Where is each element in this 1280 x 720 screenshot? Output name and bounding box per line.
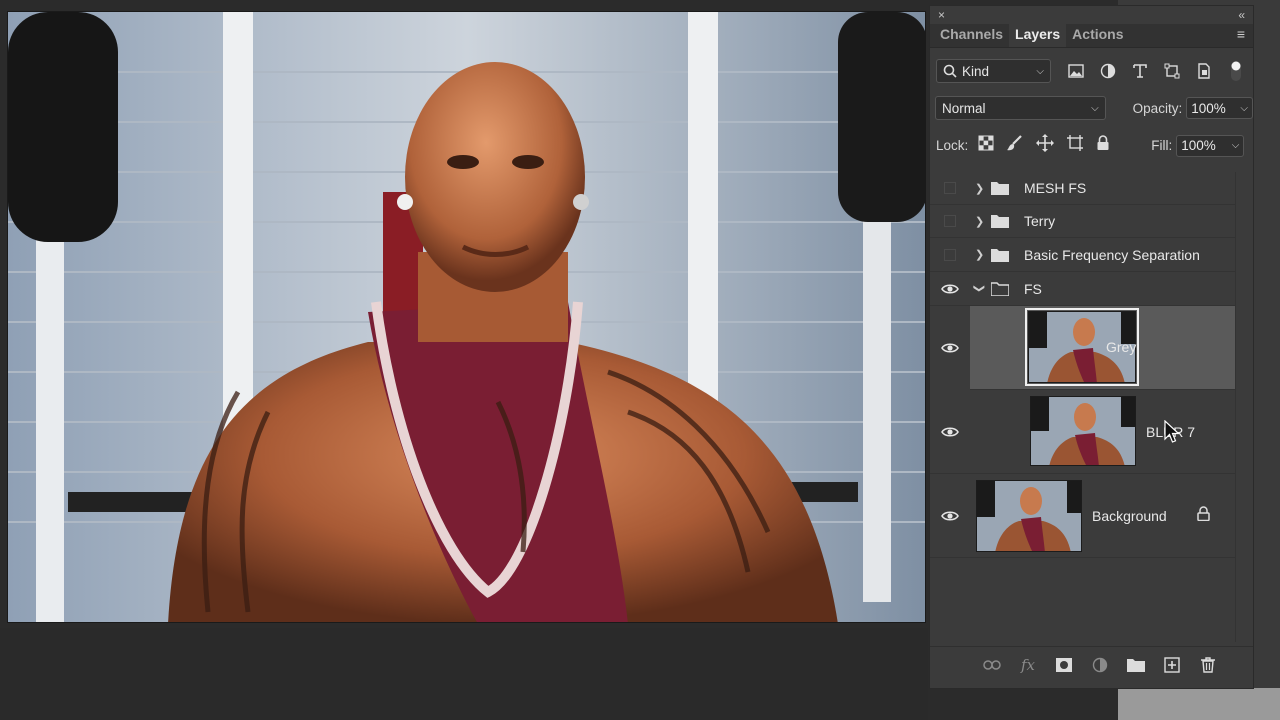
panel-menu-icon[interactable]: ≡ bbox=[1237, 26, 1245, 42]
layer-mesh-fs[interactable]: ❯ MESH FS bbox=[930, 172, 1235, 205]
panel-title-bar: × « bbox=[930, 6, 1253, 24]
canvas-photo bbox=[8, 12, 925, 622]
panel-footer: fx bbox=[930, 646, 1253, 682]
lock-all-icon[interactable] bbox=[1096, 135, 1110, 156]
filter-row: Kind ⌵ bbox=[930, 59, 1253, 83]
photoshop-window: × « Channels Layers Actions ≡ Kind ⌵ Nor… bbox=[0, 0, 1280, 720]
lock-pixels-icon[interactable] bbox=[1006, 134, 1024, 157]
shape-filter-icon[interactable] bbox=[1163, 62, 1181, 80]
layer-name: Grey bbox=[1106, 339, 1137, 355]
panel-tabs: Channels Layers Actions ≡ bbox=[930, 22, 1253, 48]
folder-open-icon bbox=[991, 281, 1009, 296]
adjustment-layer-icon[interactable] bbox=[1091, 656, 1109, 674]
fill-input[interactable]: 100% ⌵ bbox=[1176, 134, 1245, 157]
adjustment-filter-icon[interactable] bbox=[1099, 62, 1117, 80]
chevron-down-icon[interactable]: ⌵ bbox=[1232, 140, 1240, 151]
right-background-strip bbox=[1118, 688, 1280, 720]
layer-mask-icon[interactable] bbox=[1055, 656, 1073, 674]
lock-label: Lock: bbox=[936, 138, 969, 153]
opacity-input[interactable]: 100% ⌵ bbox=[1186, 97, 1253, 119]
kind-filter-dropdown[interactable]: Kind ⌵ bbox=[936, 59, 1051, 83]
layer-name: MESH FS bbox=[1024, 180, 1087, 196]
lock-position-icon[interactable] bbox=[1036, 134, 1055, 157]
lock-transparent-icon[interactable] bbox=[978, 135, 994, 156]
opacity-label: Opacity: bbox=[1132, 100, 1183, 116]
visibility-toggle-off[interactable] bbox=[944, 248, 956, 261]
close-panel-icon[interactable]: × bbox=[938, 8, 945, 22]
tab-actions[interactable]: Actions bbox=[1066, 26, 1129, 47]
link-layers-icon[interactable] bbox=[983, 656, 1001, 674]
layers-panel: × « Channels Layers Actions ≡ Kind ⌵ Nor… bbox=[929, 5, 1254, 689]
layer-name: FS bbox=[1024, 280, 1042, 297]
layers-scrollbar[interactable] bbox=[1235, 172, 1253, 642]
tab-channels[interactable]: Channels bbox=[934, 26, 1009, 47]
fx-icon[interactable]: fx bbox=[1019, 656, 1037, 674]
eye-icon[interactable] bbox=[940, 424, 960, 440]
lock-artboard-icon[interactable] bbox=[1066, 134, 1084, 157]
chevron-right-icon[interactable]: ❯ bbox=[975, 182, 984, 195]
lock-icon bbox=[1197, 505, 1210, 526]
tab-layers[interactable]: Layers bbox=[1009, 22, 1067, 47]
chevron-right-icon[interactable]: ❯ bbox=[975, 215, 984, 228]
visibility-toggle-off[interactable] bbox=[944, 215, 956, 227]
chevron-right-icon[interactable]: ❯ bbox=[975, 248, 984, 261]
layer-fs[interactable]: ❯ FS bbox=[930, 272, 1235, 306]
new-layer-icon[interactable] bbox=[1163, 656, 1181, 674]
eye-icon[interactable] bbox=[940, 281, 960, 297]
eye-icon[interactable] bbox=[940, 508, 960, 524]
chevron-down-icon[interactable]: ⌵ bbox=[1240, 103, 1248, 114]
search-icon bbox=[943, 64, 957, 78]
mouse-cursor-icon bbox=[1164, 420, 1180, 443]
layer-terry[interactable]: ❯ Terry bbox=[930, 205, 1235, 238]
opacity-value: 100% bbox=[1191, 100, 1226, 116]
canvas-pasteboard bbox=[0, 628, 928, 720]
type-filter-icon[interactable] bbox=[1131, 62, 1149, 80]
lock-row: Lock: Fill: 100% ⌵ bbox=[930, 134, 1253, 157]
blend-mode-value: Normal bbox=[942, 100, 986, 116]
image-filter-icon[interactable] bbox=[1067, 62, 1085, 80]
visibility-toggle-off[interactable] bbox=[944, 182, 956, 194]
folder-icon bbox=[991, 215, 1009, 228]
folder-icon bbox=[991, 182, 1009, 195]
layer-blur-7[interactable]: BLUR 7 bbox=[930, 390, 1235, 474]
folder-icon bbox=[991, 248, 1009, 262]
layer-thumbnail bbox=[1030, 396, 1136, 466]
layer-background[interactable]: Background bbox=[930, 474, 1235, 558]
document-canvas[interactable] bbox=[7, 11, 926, 623]
trash-icon[interactable] bbox=[1199, 656, 1217, 674]
chevron-down-icon[interactable]: ❯ bbox=[973, 284, 986, 293]
filter-toggle-icon[interactable] bbox=[1227, 61, 1245, 81]
layer-basic-frequency-separation[interactable]: ❯ Basic Frequency Separation bbox=[930, 238, 1235, 272]
smart-object-filter-icon[interactable] bbox=[1195, 62, 1213, 80]
layer-name: Terry bbox=[1024, 213, 1056, 229]
eye-icon[interactable] bbox=[940, 340, 960, 356]
chevron-down-icon: ⌵ bbox=[1036, 65, 1044, 77]
chevron-down-icon: ⌵ bbox=[1091, 102, 1099, 114]
fill-label: Fill: bbox=[1151, 138, 1173, 153]
new-group-icon[interactable] bbox=[1127, 656, 1145, 674]
kind-filter-label: Kind bbox=[962, 63, 990, 79]
blend-row: Normal ⌵ Opacity: 100% ⌵ bbox=[930, 96, 1253, 120]
layer-thumbnail bbox=[976, 480, 1082, 552]
collapse-panel-icon[interactable]: « bbox=[1238, 8, 1245, 22]
layer-name: Basic Frequency Separation bbox=[1024, 246, 1200, 263]
layer-grey[interactable]: Grey bbox=[970, 306, 1235, 390]
layer-name: Background bbox=[1092, 507, 1167, 524]
fill-value: 100% bbox=[1181, 138, 1216, 153]
blend-mode-dropdown[interactable]: Normal ⌵ bbox=[935, 96, 1106, 120]
